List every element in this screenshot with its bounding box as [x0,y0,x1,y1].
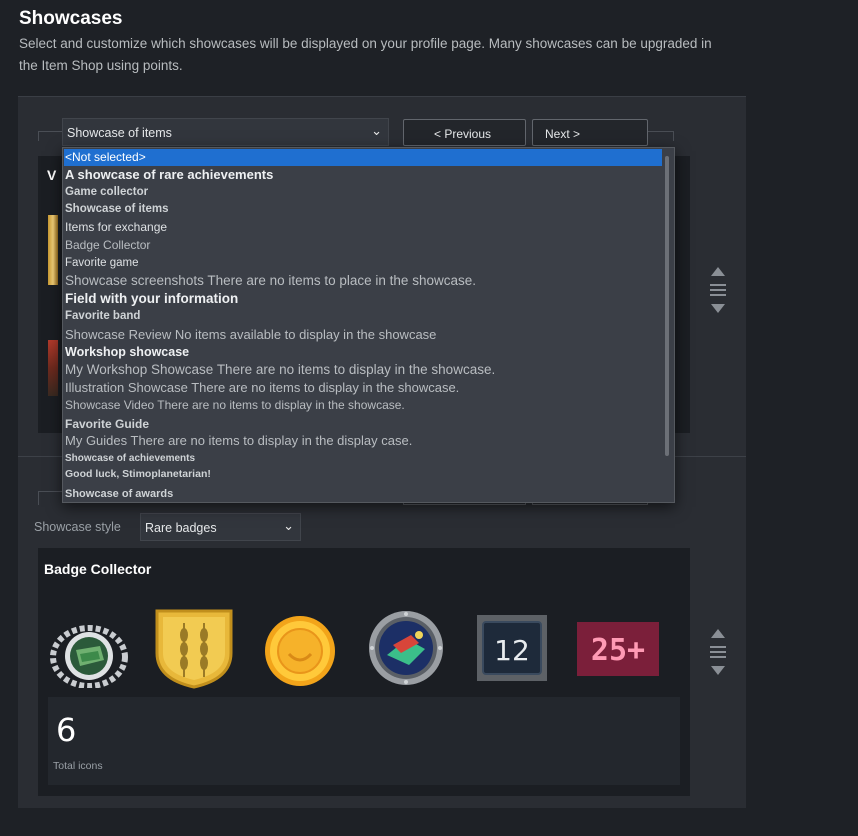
page-description: Select and customize which showcases wil… [19,36,712,73]
gold-coin-badge-icon[interactable] [263,614,337,688]
dropdown-option[interactable]: Showcase of achievements [65,453,195,464]
dropdown-option[interactable]: Good luck, Stimoplanetarian! [65,468,211,480]
dropdown-option[interactable]: My Workshop Showcase There are no items … [65,362,495,377]
dropdown-option[interactable]: Showcase screenshots There are no items … [65,273,476,288]
previous-button[interactable]: < Previous [403,119,526,146]
dropdown-option[interactable]: Showcase Video There are no items to dis… [65,398,405,412]
years-25-plus-badge-icon[interactable]: 25+ [577,622,659,676]
wheat-shield-badge-icon[interactable] [155,609,233,689]
top-showcase-title: V [47,167,57,183]
total-icons-count: 6 [56,711,77,749]
badge-collector-title: Badge Collector [44,561,152,577]
drag-handle-icon[interactable] [710,646,726,658]
page-title: Showcases [19,8,123,29]
showcase-type-select-value: Showcase of items [67,126,172,140]
dropdown-option[interactable]: My Guides There are no items to display … [65,433,412,448]
showcase-type-dropdown-list[interactable]: <Not selected> A showcase of rare achiev… [62,147,675,503]
fieldset-border-left-2 [38,491,64,505]
laurel-badge-icon[interactable] [50,624,128,688]
move-down-icon[interactable] [711,304,725,313]
dropdown-option[interactable]: Favorite band [65,310,140,322]
bottom-reorder-controls[interactable] [710,629,726,675]
dropdown-option[interactable]: Showcase of awards [65,488,173,500]
badge-level-text: 12 [494,634,530,667]
top-reorder-controls[interactable] [710,267,726,313]
move-up-icon[interactable] [711,629,725,638]
dropdown-option[interactable]: Field with your information [65,291,238,306]
drag-handle-icon[interactable] [710,284,726,296]
dropdown-option[interactable]: Badge Collector [65,238,150,252]
next-button[interactable]: Next > [532,119,648,146]
badge-plus-text: 25+ [591,633,645,668]
dropdown-option[interactable]: Showcase of items [65,203,169,215]
dropdown-option[interactable]: A showcase of rare achievements [65,167,273,182]
chevron-down-icon: ⌄ [371,123,382,138]
dropdown-option[interactable]: Illustration Showcase There are no items… [65,380,459,395]
showcase-style-select[interactable]: Rare badges ⌄ [140,513,301,541]
showcase-style-select-value: Rare badges [145,521,217,535]
dropdown-option[interactable]: Workshop showcase [65,345,189,359]
fieldset-border-left [38,131,64,141]
item-thumbnail-character [48,340,58,396]
dropdown-scrollbar[interactable] [665,156,669,456]
item-thumbnail-gold [48,215,58,285]
dropdown-option[interactable]: Game collector [65,186,148,198]
dropdown-option[interactable]: Items for exchange [65,220,167,234]
dropdown-option[interactable]: Favorite Guide [65,417,149,431]
showcase-type-select[interactable]: Showcase of items ⌄ [62,118,389,146]
showcase-style-label: Showcase style [34,520,121,534]
total-icons-label: Total icons [53,760,103,772]
level-12-badge-icon[interactable]: 12 [476,614,548,682]
dropdown-option[interactable]: Favorite game [65,257,139,269]
dropdown-option[interactable]: <Not selected> [64,149,662,166]
total-icons-box: 6 Total icons [48,697,680,785]
move-down-icon[interactable] [711,666,725,675]
chevron-down-icon: ⌄ [283,518,294,533]
dropdown-option[interactable]: Showcase Review No items available to di… [65,327,436,342]
porthole-badge-icon[interactable] [367,609,445,687]
move-up-icon[interactable] [711,267,725,276]
fieldset-border-right [648,131,674,141]
